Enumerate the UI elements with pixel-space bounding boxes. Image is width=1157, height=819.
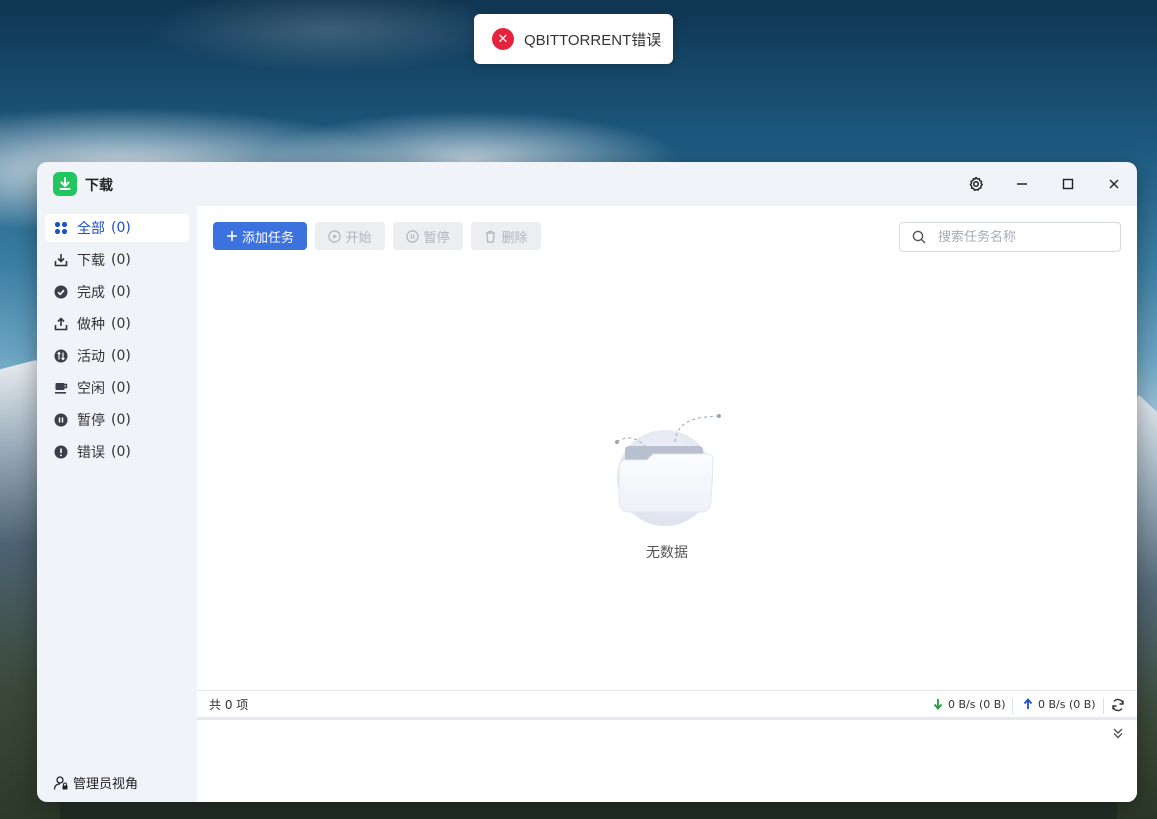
sidebar-item-label: 空闲 [77,381,105,397]
total-count: 共 0 项 [209,697,249,712]
grid-icon [53,220,69,236]
sidebar-item-paused[interactable]: 暂停 (0) [45,406,189,434]
settings-button[interactable] [965,173,987,195]
download-speed: 0 B/s (0 B) [933,698,1006,711]
download-tray-icon [53,252,69,268]
sidebar-item-count: (0) [111,316,131,332]
admin-view-label: 管理员视角 [73,777,139,792]
empty-state: 无数据 [597,402,737,572]
search-icon [912,230,926,244]
upload-speed: 0 B/s (0 B) [1023,698,1096,711]
sidebar-item-active[interactable]: 活动 (0) [45,342,189,370]
sidebar-item-error[interactable]: 错误 (0) [45,438,189,466]
coffee-icon [53,380,69,396]
delete-button[interactable]: 删除 [471,222,541,250]
sidebar-item-count: (0) [111,252,131,268]
minimize-icon [1017,183,1027,185]
close-button[interactable] [1103,173,1125,195]
divider [1012,698,1013,714]
upload-speed-value: 0 B/s (0 B) [1038,697,1096,711]
refresh-button[interactable] [1111,698,1125,715]
main-panel: 添加任务 开始 暂停 删除 搜索任务名称 无数据 共 0 项 0 B/s (0 … [197,206,1137,802]
search-input[interactable] [938,229,1098,245]
start-label: 开始 [345,230,372,246]
search-box[interactable] [899,222,1121,252]
activity-icon [53,348,69,364]
sidebar-item-seeding[interactable]: 做种 (0) [45,310,189,338]
sidebar: 全部 (0) 下载 (0) 完成 (0) 做种 (0) 活动 (0) 空闲 (0… [37,206,197,802]
start-button[interactable]: 开始 [315,222,385,250]
empty-text: 无数据 [646,545,688,561]
sidebar-item-all[interactable]: 全部 (0) [45,214,189,242]
sidebar-item-label: 全部 [77,221,105,237]
empty-folder-icon [615,414,721,526]
maximize-button[interactable] [1057,173,1079,195]
close-icon [1109,179,1119,189]
sidebar-item-label: 活动 [77,349,105,365]
sidebar-item-label: 下载 [77,253,105,269]
arrow-down-icon [933,699,943,710]
sidebar-item-completed[interactable]: 完成 (0) [45,278,189,306]
double-chevron-down-icon [1113,728,1123,739]
trash-icon [484,230,497,243]
sidebar-item-label: 做种 [77,317,105,333]
arrow-up-icon [1023,698,1033,709]
sidebar-item-idle[interactable]: 空闲 (0) [45,374,189,402]
download-icon [53,172,77,196]
collapse-button[interactable] [1111,726,1125,744]
maximize-icon [1062,178,1074,190]
play-circle-icon [328,229,342,243]
upload-tray-icon [53,316,69,332]
sidebar-item-downloading[interactable]: 下载 (0) [45,246,189,274]
pause-circle-icon [53,412,69,428]
admin-view-toggle[interactable]: 管理员视角 [53,773,138,792]
user-admin-icon [53,775,68,790]
error-circle-icon: ✕ [492,28,514,50]
sidebar-item-label: 错误 [77,445,105,461]
pause-label: 暂停 [423,230,450,246]
sidebar-item-count: (0) [111,412,131,428]
title-bar[interactable]: 下载 [37,162,1137,206]
download-speed-value: 0 B/s (0 B) [948,697,1006,711]
sidebar-item-label: 完成 [77,285,105,301]
divider [1103,698,1104,714]
sidebar-item-count: (0) [111,380,131,396]
toast-message: QBITTORRENT错误 [524,31,662,49]
delete-label: 删除 [501,230,528,246]
status-bar: 共 0 项 0 B/s (0 B) 0 B/s (0 B) [197,690,1137,720]
pause-button[interactable]: 暂停 [393,222,463,250]
plus-icon [226,230,238,242]
alert-circle-icon [53,444,69,460]
window-title: 下载 [85,178,113,194]
sidebar-item-count: (0) [111,284,131,300]
minimize-button[interactable] [1011,173,1033,195]
add-task-button[interactable]: 添加任务 [213,222,307,250]
sidebar-item-label: 暂停 [77,413,105,429]
pause-icon [406,229,420,243]
sidebar-item-count: (0) [111,444,131,460]
add-task-label: 添加任务 [241,230,294,246]
check-circle-icon [53,284,69,300]
download-window: 下载 全部 (0) 下载 (0) 完成 (0) 做种 (0) 活动 (0) 空闲… [37,162,1137,802]
gear-icon [969,176,983,191]
error-toast: ✕ QBITTORRENT错误 [474,14,673,64]
refresh-icon [1112,698,1124,712]
sidebar-item-count: (0) [111,348,131,364]
sidebar-item-count: (0) [111,220,131,236]
